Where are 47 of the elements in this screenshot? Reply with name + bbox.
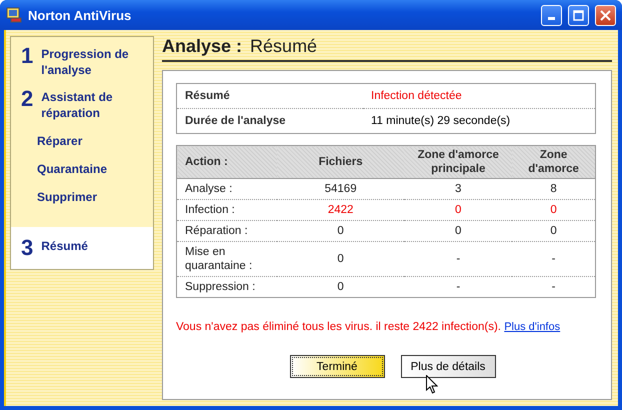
window-title: Norton AntiVirus xyxy=(28,8,132,22)
table-cell: 3 xyxy=(404,178,512,200)
table-cell: Durée de l'analyse xyxy=(176,108,363,134)
table-cell: 0 xyxy=(276,242,404,276)
table-cell: Infection détectée xyxy=(363,84,596,108)
sidebar-item[interactable]: 3 Résumé xyxy=(11,227,153,269)
sidebar-item[interactable]: Réparer xyxy=(11,127,153,155)
sidebar-item[interactable]: Supprimer xyxy=(11,183,153,211)
done-button[interactable]: Terminé xyxy=(290,355,384,378)
close-button[interactable] xyxy=(595,4,616,26)
table-cell: Résumé xyxy=(176,84,363,108)
table-cell: - xyxy=(512,276,596,298)
maximize-icon xyxy=(573,10,584,20)
table-cell: - xyxy=(404,242,512,276)
page-subtitle: Résumé xyxy=(250,36,318,57)
table-cell: 0 xyxy=(404,220,512,242)
table-cell: 0 xyxy=(276,276,404,298)
table-cell: 0 xyxy=(276,220,404,242)
page-title: Analyse : xyxy=(162,36,242,57)
table-cell: 54169 xyxy=(276,178,404,200)
table-cell: Analyse : xyxy=(176,178,277,200)
cursor-icon xyxy=(426,375,438,394)
table-cell: 2422 xyxy=(276,200,404,220)
table-cell: Mise en quarantaine : xyxy=(176,242,277,276)
table-cell: - xyxy=(512,242,596,276)
table-cell: 0 xyxy=(512,220,596,242)
table-cell: 11 minute(s) 29 seconde(s) xyxy=(363,108,596,134)
table-cell: 0 xyxy=(404,200,512,220)
table-cell: 8 xyxy=(512,178,596,200)
maximize-button[interactable] xyxy=(568,4,589,26)
table-cell: Réparation : xyxy=(176,220,277,242)
table-cell: - xyxy=(404,276,512,298)
column-header: Zone d'amorce principale xyxy=(404,146,512,178)
table-cell: Suppression : xyxy=(176,276,277,298)
details-button[interactable]: Plus de détails xyxy=(400,355,496,378)
minimize-icon xyxy=(548,17,555,20)
table-cell: Infection : xyxy=(176,200,277,220)
more-info-link[interactable]: Plus d'infos xyxy=(504,321,560,333)
close-icon xyxy=(600,10,611,20)
app-icon xyxy=(6,7,22,23)
column-header: Fichiers xyxy=(276,146,404,178)
column-header: Action : xyxy=(176,146,277,178)
table-cell: 0 xyxy=(512,200,596,220)
minimize-button[interactable] xyxy=(541,4,562,26)
warning-message: Vous n'avez pas éliminé tous les virus. il reste 2422 infection(s). xyxy=(176,321,501,333)
column-header: Zone d'amorce xyxy=(512,146,596,178)
sidebar-item[interactable]: Quarantaine xyxy=(11,155,153,183)
